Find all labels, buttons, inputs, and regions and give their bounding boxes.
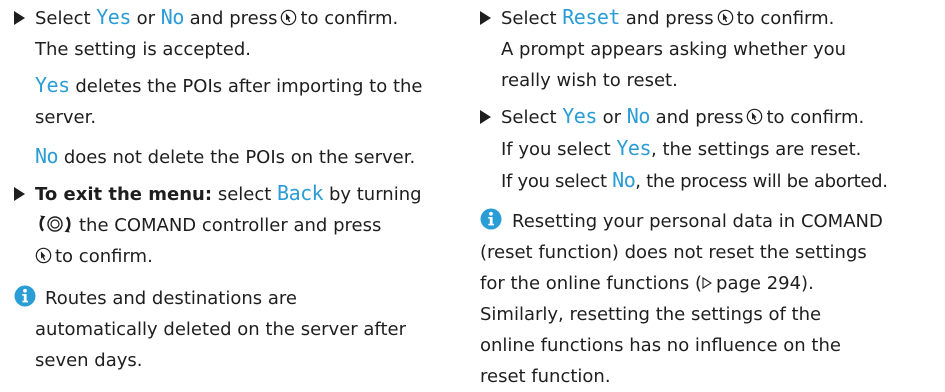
info-text: automatically deleted on the server afte… (35, 319, 406, 340)
info-text: seven days. (35, 350, 143, 371)
no-option-label: No (626, 104, 651, 128)
page-reference[interactable]: page 294). (716, 273, 814, 294)
info-line: Resetting your personal data in COMAND (480, 206, 883, 237)
page-reference-arrow-icon (702, 277, 712, 289)
step-text: and press (189, 8, 278, 29)
step-confirm-reset: Select Yes or No and press to confirm. If… (480, 101, 888, 197)
step-text: and press (655, 107, 744, 128)
step-line: To exit the menu: select Back by turning (35, 178, 422, 210)
triangle-bullet-icon (14, 187, 25, 201)
no-option-label: No (160, 5, 185, 29)
triangle-bullet-icon (14, 11, 25, 25)
step-text: If you select (501, 171, 607, 192)
triangle-bullet-icon (480, 11, 491, 25)
step-text: , the settings are reset. (651, 139, 862, 160)
turn-controller-icon (35, 214, 75, 234)
press-controller-icon (746, 108, 763, 125)
press-controller-icon (280, 9, 297, 26)
step-text: to confirm. (300, 8, 399, 29)
step-result: A prompt appears asking whether you (501, 39, 847, 60)
step-text: by turning (328, 184, 422, 205)
note-text: does not delete the POIs on the server. (63, 147, 416, 168)
step-text: Select (35, 8, 91, 29)
step-text: to confirm. (766, 107, 865, 128)
step-line: If you select No, the process will be ab… (501, 165, 888, 197)
step-heading: To exit the menu: (35, 184, 213, 205)
info-line: Routes and destinations are (14, 283, 406, 314)
step-text: the COMAND controller and press (79, 215, 382, 236)
step-exit-menu: To exit the menu: select Back by turning… (14, 178, 422, 272)
press-controller-icon (717, 9, 734, 26)
info-text: Resetting your personal data in COMAND (512, 211, 883, 232)
reset-option-label: Reset (562, 5, 620, 29)
step-result: The setting is accepted. (35, 39, 252, 60)
info-note-routes: Routes and destinations are automaticall… (14, 283, 406, 376)
step-text: and press (625, 8, 714, 29)
step-line: If you select Yes, the settings are rese… (501, 133, 888, 165)
step-select-reset: Select Reset and press to confirm. A prom… (480, 2, 846, 96)
step-text: or (602, 107, 622, 128)
step-line: to confirm. (35, 241, 422, 272)
note-text: deletes the POIs after importing to the (75, 76, 423, 97)
step-text: Select (501, 8, 557, 29)
step-line: the COMAND controller and press (35, 210, 422, 241)
info-text: for the online functions ( (480, 273, 703, 294)
no-keyword: No (35, 144, 59, 168)
step-select-yes-no-poi: Select Yes or No and press to confirm. Th… (14, 2, 398, 65)
note-line: Yes deletes the POIs after importing to … (35, 70, 422, 102)
info-text: reset function. (480, 366, 611, 387)
back-option-label: Back (277, 181, 324, 205)
yes-option-label: Yes (562, 104, 597, 128)
step-result: really wish to reset. (501, 70, 678, 91)
step-text: , the process will be aborted. (635, 171, 888, 192)
info-line: for the online functions ( page 294). (480, 268, 883, 299)
step-line: Select Yes or No and press to confirm. (35, 2, 398, 34)
step-text: Select (501, 107, 557, 128)
yes-keyword: Yes (35, 73, 70, 97)
press-controller-icon (35, 247, 52, 264)
info-text: online functions has no influence on the (480, 335, 841, 356)
triangle-bullet-icon (480, 110, 491, 124)
step-text: to confirm. (736, 8, 835, 29)
step-text: or (136, 8, 156, 29)
info-icon (480, 208, 502, 230)
step-text: to confirm. (55, 246, 153, 267)
info-text: (reset function) does not reset the sett… (480, 242, 867, 263)
no-note: No does not delete the POIs on the serve… (35, 141, 415, 173)
note-text: server. (35, 107, 97, 128)
note-line: No does not delete the POIs on the serve… (35, 141, 415, 173)
step-line: Select Yes or No and press to confirm. (501, 101, 888, 133)
info-text: Routes and destinations are (45, 288, 297, 309)
yes-keyword: Yes (616, 136, 652, 160)
yes-option-label: Yes (96, 5, 131, 29)
step-text: select (217, 184, 272, 205)
step-text: If you select (501, 139, 611, 160)
info-text: Similarly, resetting the settings of the (480, 304, 822, 325)
info-note-reset: Resetting your personal data in COMAND (… (480, 206, 883, 392)
no-keyword: No (612, 168, 636, 192)
info-icon (14, 285, 36, 307)
yes-note: Yes deletes the POIs after importing to … (35, 70, 422, 133)
step-line: Select Reset and press to confirm. (501, 2, 846, 34)
